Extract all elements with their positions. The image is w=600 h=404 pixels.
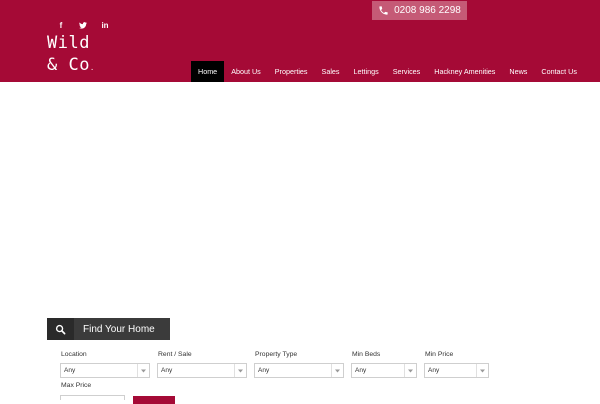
nav-item-sales[interactable]: Sales (315, 61, 347, 82)
location-label: Location (61, 351, 87, 358)
nav-item-lettings[interactable]: Lettings (347, 61, 386, 82)
min-beds-value: Any (355, 367, 367, 374)
location-select[interactable]: Any (60, 363, 150, 378)
logo-line-2-text: & Co (47, 55, 90, 75)
logo-line-2: & Co. (47, 54, 95, 79)
min-price-value: Any (428, 367, 440, 374)
min-price-select[interactable]: Any (424, 363, 489, 378)
logo-line-1: Wild (47, 33, 90, 53)
chevron-down-icon (137, 364, 149, 377)
min-beds-select[interactable]: Any (351, 363, 417, 378)
twitter-icon[interactable] (72, 19, 94, 31)
property-type-value: Any (258, 367, 270, 374)
logo-dot: . (89, 64, 95, 72)
chevron-down-icon (331, 364, 343, 377)
property-type-label: Property Type (255, 351, 298, 358)
min-beds-label: Min Beds (352, 351, 381, 358)
nav-item-hackney-amenities[interactable]: Hackney Amenities (427, 61, 502, 82)
chevron-down-icon (234, 364, 246, 377)
nav-item-about-us[interactable]: About Us (224, 61, 268, 82)
social-links: f in (50, 19, 116, 31)
nav-item-news[interactable]: News (502, 61, 534, 82)
chevron-down-icon (404, 364, 416, 377)
nav-item-home[interactable]: Home (191, 61, 225, 82)
phone-icon (379, 6, 388, 15)
location-value: Any (64, 367, 76, 374)
max-price-select[interactable] (60, 395, 125, 400)
nav-item-properties[interactable]: Properties (268, 61, 315, 82)
min-price-label: Min Price (425, 351, 454, 358)
find-your-home-label: Find Your Home (83, 323, 155, 335)
max-price-label: Max Price (61, 382, 92, 389)
nav-item-contact-us[interactable]: Contact Us (534, 61, 584, 82)
chevron-down-icon (476, 364, 488, 377)
rent-sale-select[interactable]: Any (157, 363, 247, 378)
phone-number: 0208 986 2298 (394, 5, 461, 16)
main-nav: Home About Us Properties Sales Lettings … (191, 61, 584, 82)
property-type-select[interactable]: Any (254, 363, 344, 378)
facebook-icon[interactable]: f (50, 19, 72, 31)
nav-item-services[interactable]: Services (386, 61, 428, 82)
search-button[interactable] (133, 396, 175, 404)
linkedin-icon[interactable]: in (94, 19, 116, 31)
phone-button[interactable]: 0208 986 2298 (372, 1, 467, 20)
rent-sale-value: Any (161, 367, 173, 374)
site-header: f in Wild & Co. 0208 986 2298 Home About… (0, 0, 600, 82)
search-icon (47, 318, 74, 340)
find-your-home-tab[interactable]: Find Your Home (47, 318, 170, 340)
site-logo[interactable]: Wild & Co. (47, 32, 95, 79)
rent-sale-label: Rent / Sale (158, 351, 192, 358)
